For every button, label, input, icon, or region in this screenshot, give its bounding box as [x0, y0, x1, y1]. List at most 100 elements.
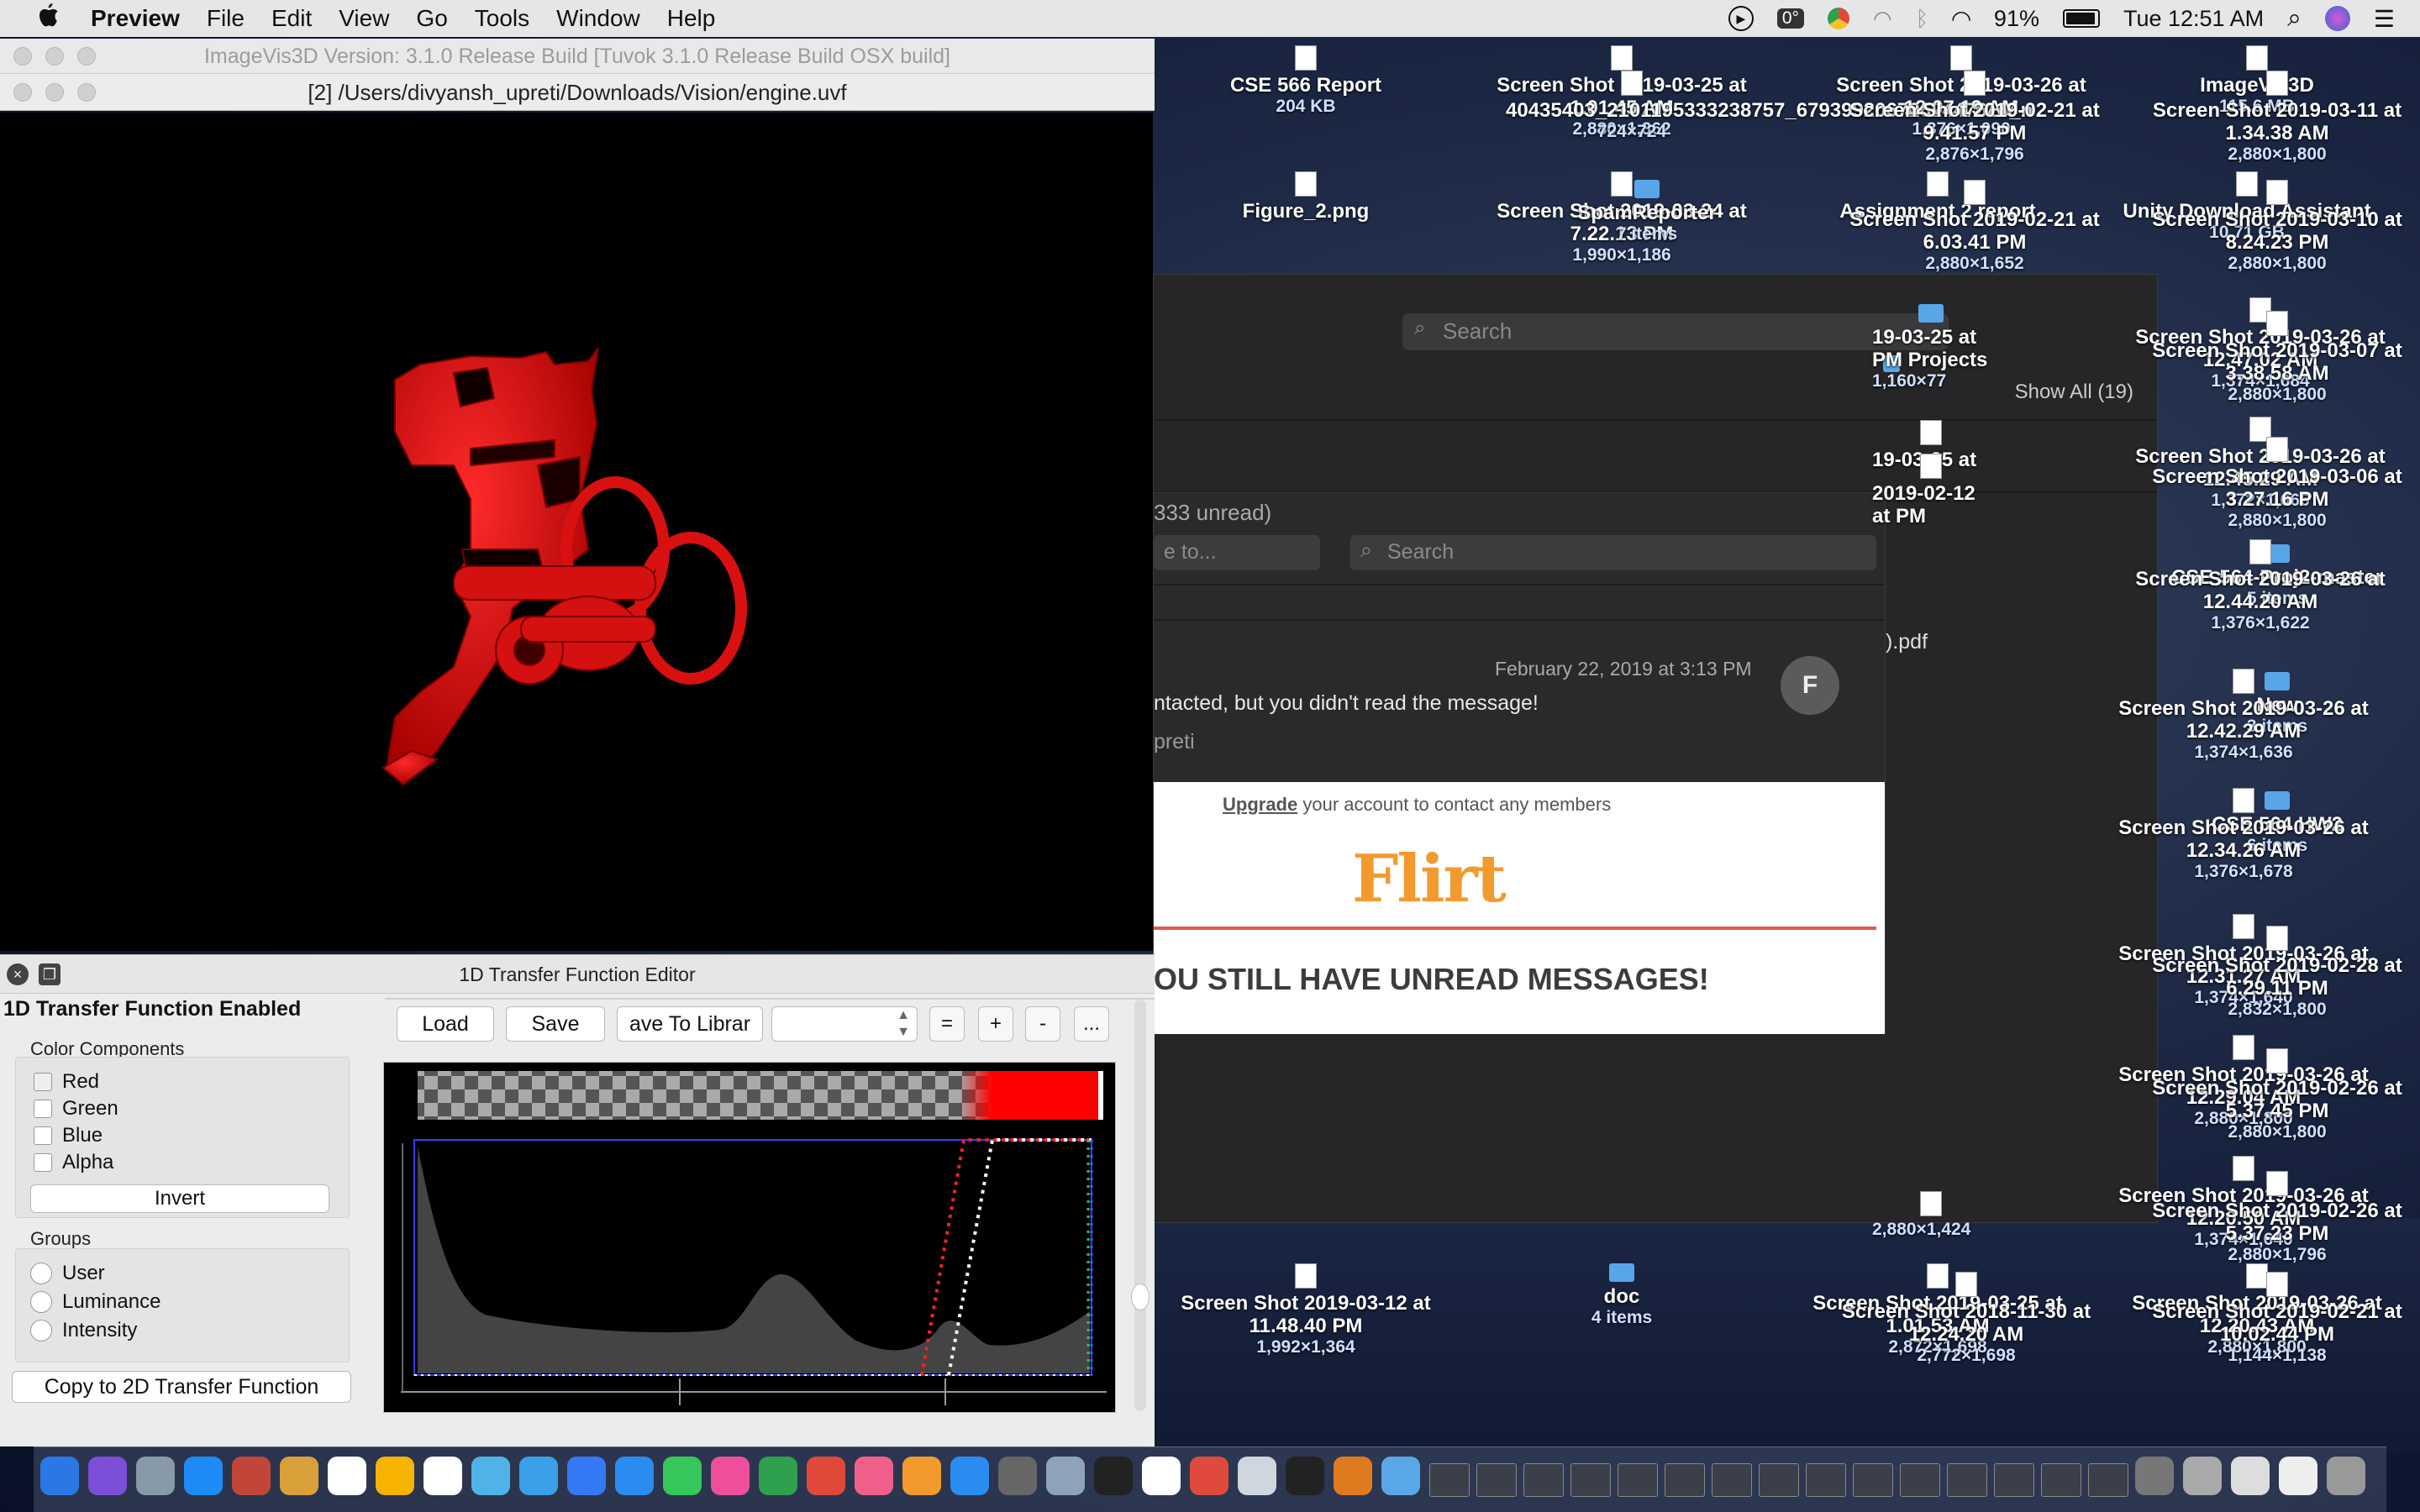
checkbox-box[interactable] — [34, 1100, 52, 1118]
plus-button[interactable]: + — [978, 1006, 1013, 1042]
app-menu[interactable]: Preview — [91, 5, 180, 32]
dock-app-icon[interactable] — [1618, 1463, 1658, 1497]
dock-app-icon[interactable] — [2135, 1457, 2174, 1495]
dock-app-icon[interactable] — [1570, 1463, 1611, 1497]
transfer-function-plot[interactable] — [384, 1063, 1115, 1412]
play-icon[interactable]: ▶ — [1728, 6, 1754, 31]
desktop-icon[interactable]: Screen Shot 2019-02-26 at 5.37.23 PM 2,88… — [2151, 1171, 2403, 1265]
user-radio[interactable]: User — [30, 1262, 105, 1285]
radio-button[interactable] — [30, 1263, 52, 1284]
intensity-radio[interactable]: Intensity — [30, 1319, 137, 1342]
dock-app-icon[interactable] — [2279, 1457, 2317, 1495]
transfer-function-canvas[interactable] — [383, 1062, 1116, 1413]
invert-button[interactable]: Invert — [30, 1184, 329, 1213]
menu-edit[interactable]: Edit — [271, 5, 312, 32]
checkbox-box[interactable] — [34, 1126, 52, 1145]
menu-window[interactable]: Window — [556, 5, 640, 32]
desktop-icon[interactable]: Screen Shot 2019-03-06 at 3.27.16 PM 2,88… — [2151, 437, 2403, 531]
load-button[interactable]: Load — [397, 1006, 494, 1042]
mail-window[interactable]: 333 unread) e to... ⌕ Search February 22… — [1153, 492, 1886, 1034]
vertical-scrollbar[interactable] — [1131, 1000, 1150, 1411]
desktop-icon[interactable]: SpamReporter 7 items — [1521, 180, 1773, 244]
battery-icon[interactable] — [2062, 9, 2100, 28]
save-button[interactable]: Save — [506, 1006, 605, 1042]
zoom-window-button[interactable] — [77, 47, 96, 66]
library-select[interactable]: ▲ ▼ — [771, 1006, 918, 1042]
equals-button[interactable]: = — [929, 1006, 965, 1042]
blue-checkbox[interactable]: Blue — [34, 1124, 103, 1147]
document-titlebar[interactable]: [2] /Users/divyansh_upreti/Downloads/Vis… — [0, 74, 1155, 111]
red-checkbox[interactable]: Red — [34, 1070, 99, 1094]
desktop-icon[interactable]: 2019-02-12 at PM — [1872, 454, 1990, 528]
dock-app-icon[interactable] — [1286, 1457, 1324, 1495]
dock-app-icon[interactable] — [1094, 1457, 1133, 1495]
desktop-icon[interactable]: Figure_2.png — [1180, 171, 1432, 223]
dock-app-icon[interactable] — [136, 1457, 175, 1495]
desktop-icon[interactable]: 2,880×1,424 — [1872, 1191, 1990, 1240]
desktop-icon[interactable]: Screen Shot 2019-02-21 at 6.03.41 PM 2,88… — [1849, 180, 2101, 274]
dock-app-icon[interactable] — [2183, 1457, 2222, 1495]
dock-app-icon[interactable] — [1665, 1463, 1705, 1497]
tfe-titlebar[interactable]: × ❐ 1D Transfer Function Editor — [0, 955, 1155, 994]
to-field[interactable]: e to... — [1154, 535, 1320, 570]
desktop-icon[interactable]: CSE 566 Report 204 KB — [1180, 45, 1432, 117]
dock-app-icon[interactable] — [376, 1457, 414, 1495]
dock-app-icon[interactable] — [280, 1457, 318, 1495]
dock-app-icon[interactable] — [855, 1457, 893, 1495]
imagevis-titlebar[interactable]: ImageVis3D Version: 3.1.0 Release Build … — [0, 39, 1155, 74]
desktop-icon[interactable]: Screen Shot 2019-03-10 at 8.24.23 PM 2,88… — [2151, 180, 2403, 274]
desktop-icon[interactable]: 19-03-25 at PM Projects 1,160×77 — [1872, 304, 1990, 391]
dock-app-icon[interactable] — [2231, 1457, 2270, 1495]
desktop-icon[interactable]: Screen Shot 2019-02-21 at 10.02.44 PM 1,1… — [2151, 1272, 2403, 1366]
desktop-icon[interactable]: Screen Shot 2019-03-26 at 12.34.26 AM 1,3… — [2118, 788, 2370, 882]
minimize-window-button[interactable] — [45, 83, 64, 102]
dock-app-icon[interactable] — [1712, 1463, 1752, 1497]
dock-app-icon[interactable] — [184, 1457, 223, 1495]
menu-go[interactable]: Go — [416, 5, 447, 32]
dock-app-icon[interactable] — [1806, 1463, 1846, 1497]
save-to-library-button[interactable]: ave To Librar — [617, 1006, 763, 1042]
dock-app-icon[interactable] — [567, 1457, 606, 1495]
desktop-icon[interactable]: Screen Shot 2019-02-21 at 9.41.57 PM 2,87… — [1849, 71, 2101, 165]
dock-app-icon[interactable] — [232, 1457, 271, 1495]
desktop-icon[interactable]: Screen Shot 2019-03-26 at 12.42.29 AM 1,3… — [2118, 669, 2370, 763]
dock-app-icon[interactable] — [1476, 1463, 1517, 1497]
dock-app-icon[interactable] — [519, 1457, 558, 1495]
dock-app-icon[interactable] — [1429, 1463, 1470, 1497]
dock-app-icon[interactable] — [1046, 1457, 1085, 1495]
dock-app-icon[interactable] — [1523, 1463, 1564, 1497]
dock-app-icon[interactable] — [1381, 1457, 1420, 1495]
desktop-icon[interactable]: 40435403_2101195333238757_67939920672624… — [1506, 71, 2033, 142]
headphones-icon[interactable]: ◠ — [1873, 6, 1892, 32]
temperature-indicator[interactable]: 0° — [1776, 8, 1804, 29]
checkbox-box[interactable] — [34, 1153, 52, 1172]
desktop-icon[interactable]: Screen Shot 2018-11-30 at 12.24.20 AM 2,7… — [1840, 1272, 2092, 1366]
mail-search-field[interactable]: ⌕ Search — [1350, 535, 1876, 570]
chrome-icon[interactable] — [1827, 8, 1849, 29]
dock-app-icon[interactable] — [424, 1457, 462, 1495]
desktop-icon[interactable]: Screen Shot 2019-02-28 at 6.29.11 PM 2,83… — [2151, 926, 2403, 1020]
dock-app-icon[interactable] — [1142, 1457, 1181, 1495]
dock-app-icon[interactable] — [998, 1457, 1037, 1495]
close-panel-icon[interactable]: × — [7, 963, 29, 985]
dock-app-icon[interactable] — [1238, 1457, 1276, 1495]
close-window-button[interactable] — [13, 47, 32, 66]
radio-button[interactable] — [30, 1320, 52, 1341]
dock-app-icon[interactable] — [40, 1457, 79, 1495]
show-all-button[interactable]: Show All (19) — [2015, 381, 2133, 404]
menu-view[interactable]: View — [339, 5, 389, 32]
float-panel-icon[interactable]: ❐ — [39, 963, 60, 985]
checkbox-box[interactable] — [34, 1073, 52, 1091]
dock-app-icon[interactable] — [471, 1457, 510, 1495]
dock-app-icon[interactable] — [1853, 1463, 1893, 1497]
desktop-icon[interactable]: doc 4 items — [1496, 1263, 1748, 1328]
dock-app-icon[interactable] — [1759, 1463, 1799, 1497]
menu-file[interactable]: File — [207, 5, 245, 32]
apple-menu-icon[interactable] — [24, 2, 71, 35]
dock-app-icon[interactable] — [759, 1457, 797, 1495]
dock-app-icon[interactable] — [615, 1457, 654, 1495]
bluetooth-icon[interactable]: ᛒ — [1916, 6, 1929, 32]
desktop-icon[interactable]: Screen Shot 2019-03-07 at 3.38.58 AM 2,88… — [2151, 311, 2403, 405]
dock-app-icon[interactable] — [807, 1457, 845, 1495]
wifi-icon[interactable]: ◜◝ — [1952, 5, 1970, 33]
